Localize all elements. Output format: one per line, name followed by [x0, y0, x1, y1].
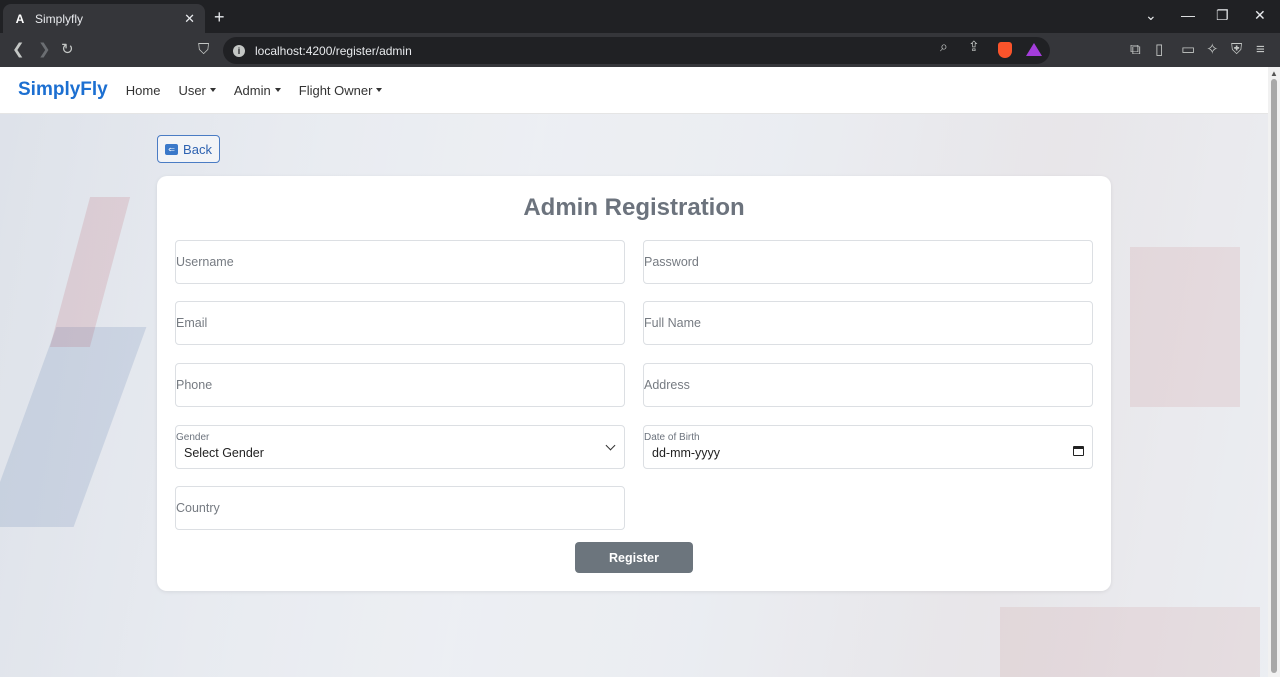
password-field[interactable]: Password [643, 240, 1093, 284]
country-placeholder: Country [176, 501, 220, 515]
minimize-icon[interactable]: — [1181, 7, 1195, 23]
nav-admin-label: Admin [233, 82, 271, 98]
phone-placeholder: Phone [176, 378, 213, 392]
email-field[interactable]: Email [175, 301, 625, 345]
back-button-label: Back [183, 141, 212, 157]
page-viewport: SimplyFly Home User Admin Flight Owner ⇐… [0, 67, 1268, 677]
page-title: Admin Registration [523, 194, 745, 221]
sidebar-icon[interactable]: ▯ [1155, 40, 1163, 60]
nav-home[interactable]: Home [126, 83, 161, 98]
nav-flight-owner-label: Flight Owner [298, 82, 373, 98]
share-icon[interactable]: ⇪ [968, 38, 980, 55]
new-tab-icon[interactable]: + [214, 7, 225, 28]
browser-tab-bar: A Simplyfly ✕ + ⌄ — ❐ ✕ [0, 0, 1280, 33]
dob-field[interactable]: Date of Birth dd-mm-yyyy [643, 425, 1093, 469]
extensions-icon[interactable]: ⧉ [1130, 40, 1141, 60]
url-text: localhost:4200/register/admin [255, 43, 412, 58]
reload-icon[interactable]: ↻ [61, 40, 74, 60]
nav-flight-owner-dropdown[interactable]: Flight Owner [299, 83, 383, 98]
bookmark-icon[interactable]: ⛉ [198, 40, 209, 60]
tab-search-icon[interactable]: ⌄ [1145, 7, 1157, 24]
background-gate-decoration [1130, 247, 1240, 407]
nav-user-label: User [178, 82, 206, 98]
browser-toolbar: ❮ ❯ ↻ ⛉ i localhost:4200/register/admin … [0, 33, 1280, 67]
restore-icon[interactable]: ❐ [1216, 7, 1229, 24]
background-tail-decoration [0, 327, 147, 527]
page-scrollbar[interactable]: ▲ [1268, 67, 1280, 677]
scrollbar-thumb[interactable] [1271, 79, 1277, 673]
nav-admin-dropdown[interactable]: Admin [234, 83, 281, 98]
fullname-field[interactable]: Full Name [643, 301, 1093, 345]
background-gate-decoration [1000, 607, 1260, 677]
wallet-icon[interactable]: ▭ [1181, 40, 1195, 60]
gender-label: Gender [176, 432, 210, 443]
tab-title: Simplyfly [35, 11, 84, 26]
country-field[interactable]: Country [175, 486, 625, 530]
dob-label: Date of Birth [644, 432, 700, 443]
fullname-placeholder: Full Name [644, 316, 701, 330]
back-button[interactable]: ⇐ Back [157, 135, 220, 163]
username-field[interactable]: Username [175, 240, 625, 284]
vpn-icon[interactable]: ⛨ [1231, 40, 1242, 60]
nav-home-label: Home [125, 82, 161, 98]
phone-field[interactable]: Phone [175, 363, 625, 407]
background-tail-decoration [49, 197, 131, 347]
caret-down-icon [209, 88, 216, 92]
zoom-icon[interactable]: ⌕ [940, 38, 948, 55]
tab-close-icon[interactable]: ✕ [184, 11, 195, 27]
calendar-icon[interactable] [1073, 446, 1084, 456]
menu-icon[interactable]: ≡ [1256, 40, 1265, 60]
top-navbar: SimplyFly Home User Admin Flight Owner [0, 67, 1268, 114]
caret-down-icon [274, 88, 281, 92]
address-bar[interactable]: i localhost:4200/register/admin [223, 37, 1050, 64]
dob-value: dd-mm-yyyy [652, 446, 721, 460]
back-nav-icon[interactable]: ❮ [12, 40, 25, 60]
address-placeholder: Address [644, 378, 690, 392]
chevron-down-icon [605, 440, 616, 451]
forward-nav-icon[interactable]: ❯ [38, 40, 51, 60]
email-placeholder: Email [176, 316, 208, 330]
angular-favicon-icon: A [15, 11, 25, 26]
nav-user-dropdown[interactable]: User [178, 82, 216, 98]
gender-select[interactable]: Gender Select Gender [175, 425, 625, 469]
username-placeholder: Username [176, 255, 234, 269]
site-info-icon[interactable]: i [233, 44, 245, 57]
back-arrow-icon: ⇐ [165, 143, 179, 155]
browser-tab[interactable]: A Simplyfly ✕ [3, 4, 205, 33]
scroll-up-icon[interactable]: ▲ [1270, 69, 1278, 78]
address-field[interactable]: Address [643, 363, 1093, 407]
gender-value: Select Gender [184, 446, 264, 460]
brave-rewards-icon[interactable] [1026, 43, 1042, 56]
password-placeholder: Password [644, 255, 699, 269]
leo-ai-icon[interactable]: ✧ [1206, 40, 1219, 60]
brand-logo[interactable]: SimplyFly [18, 79, 108, 101]
admin-registration-form: Admin Registration Username Password Ema… [157, 176, 1111, 591]
window-close-icon[interactable]: ✕ [1254, 7, 1266, 24]
brave-shields-icon[interactable] [998, 42, 1012, 58]
register-button[interactable]: Register [575, 542, 693, 573]
caret-down-icon [376, 88, 383, 92]
